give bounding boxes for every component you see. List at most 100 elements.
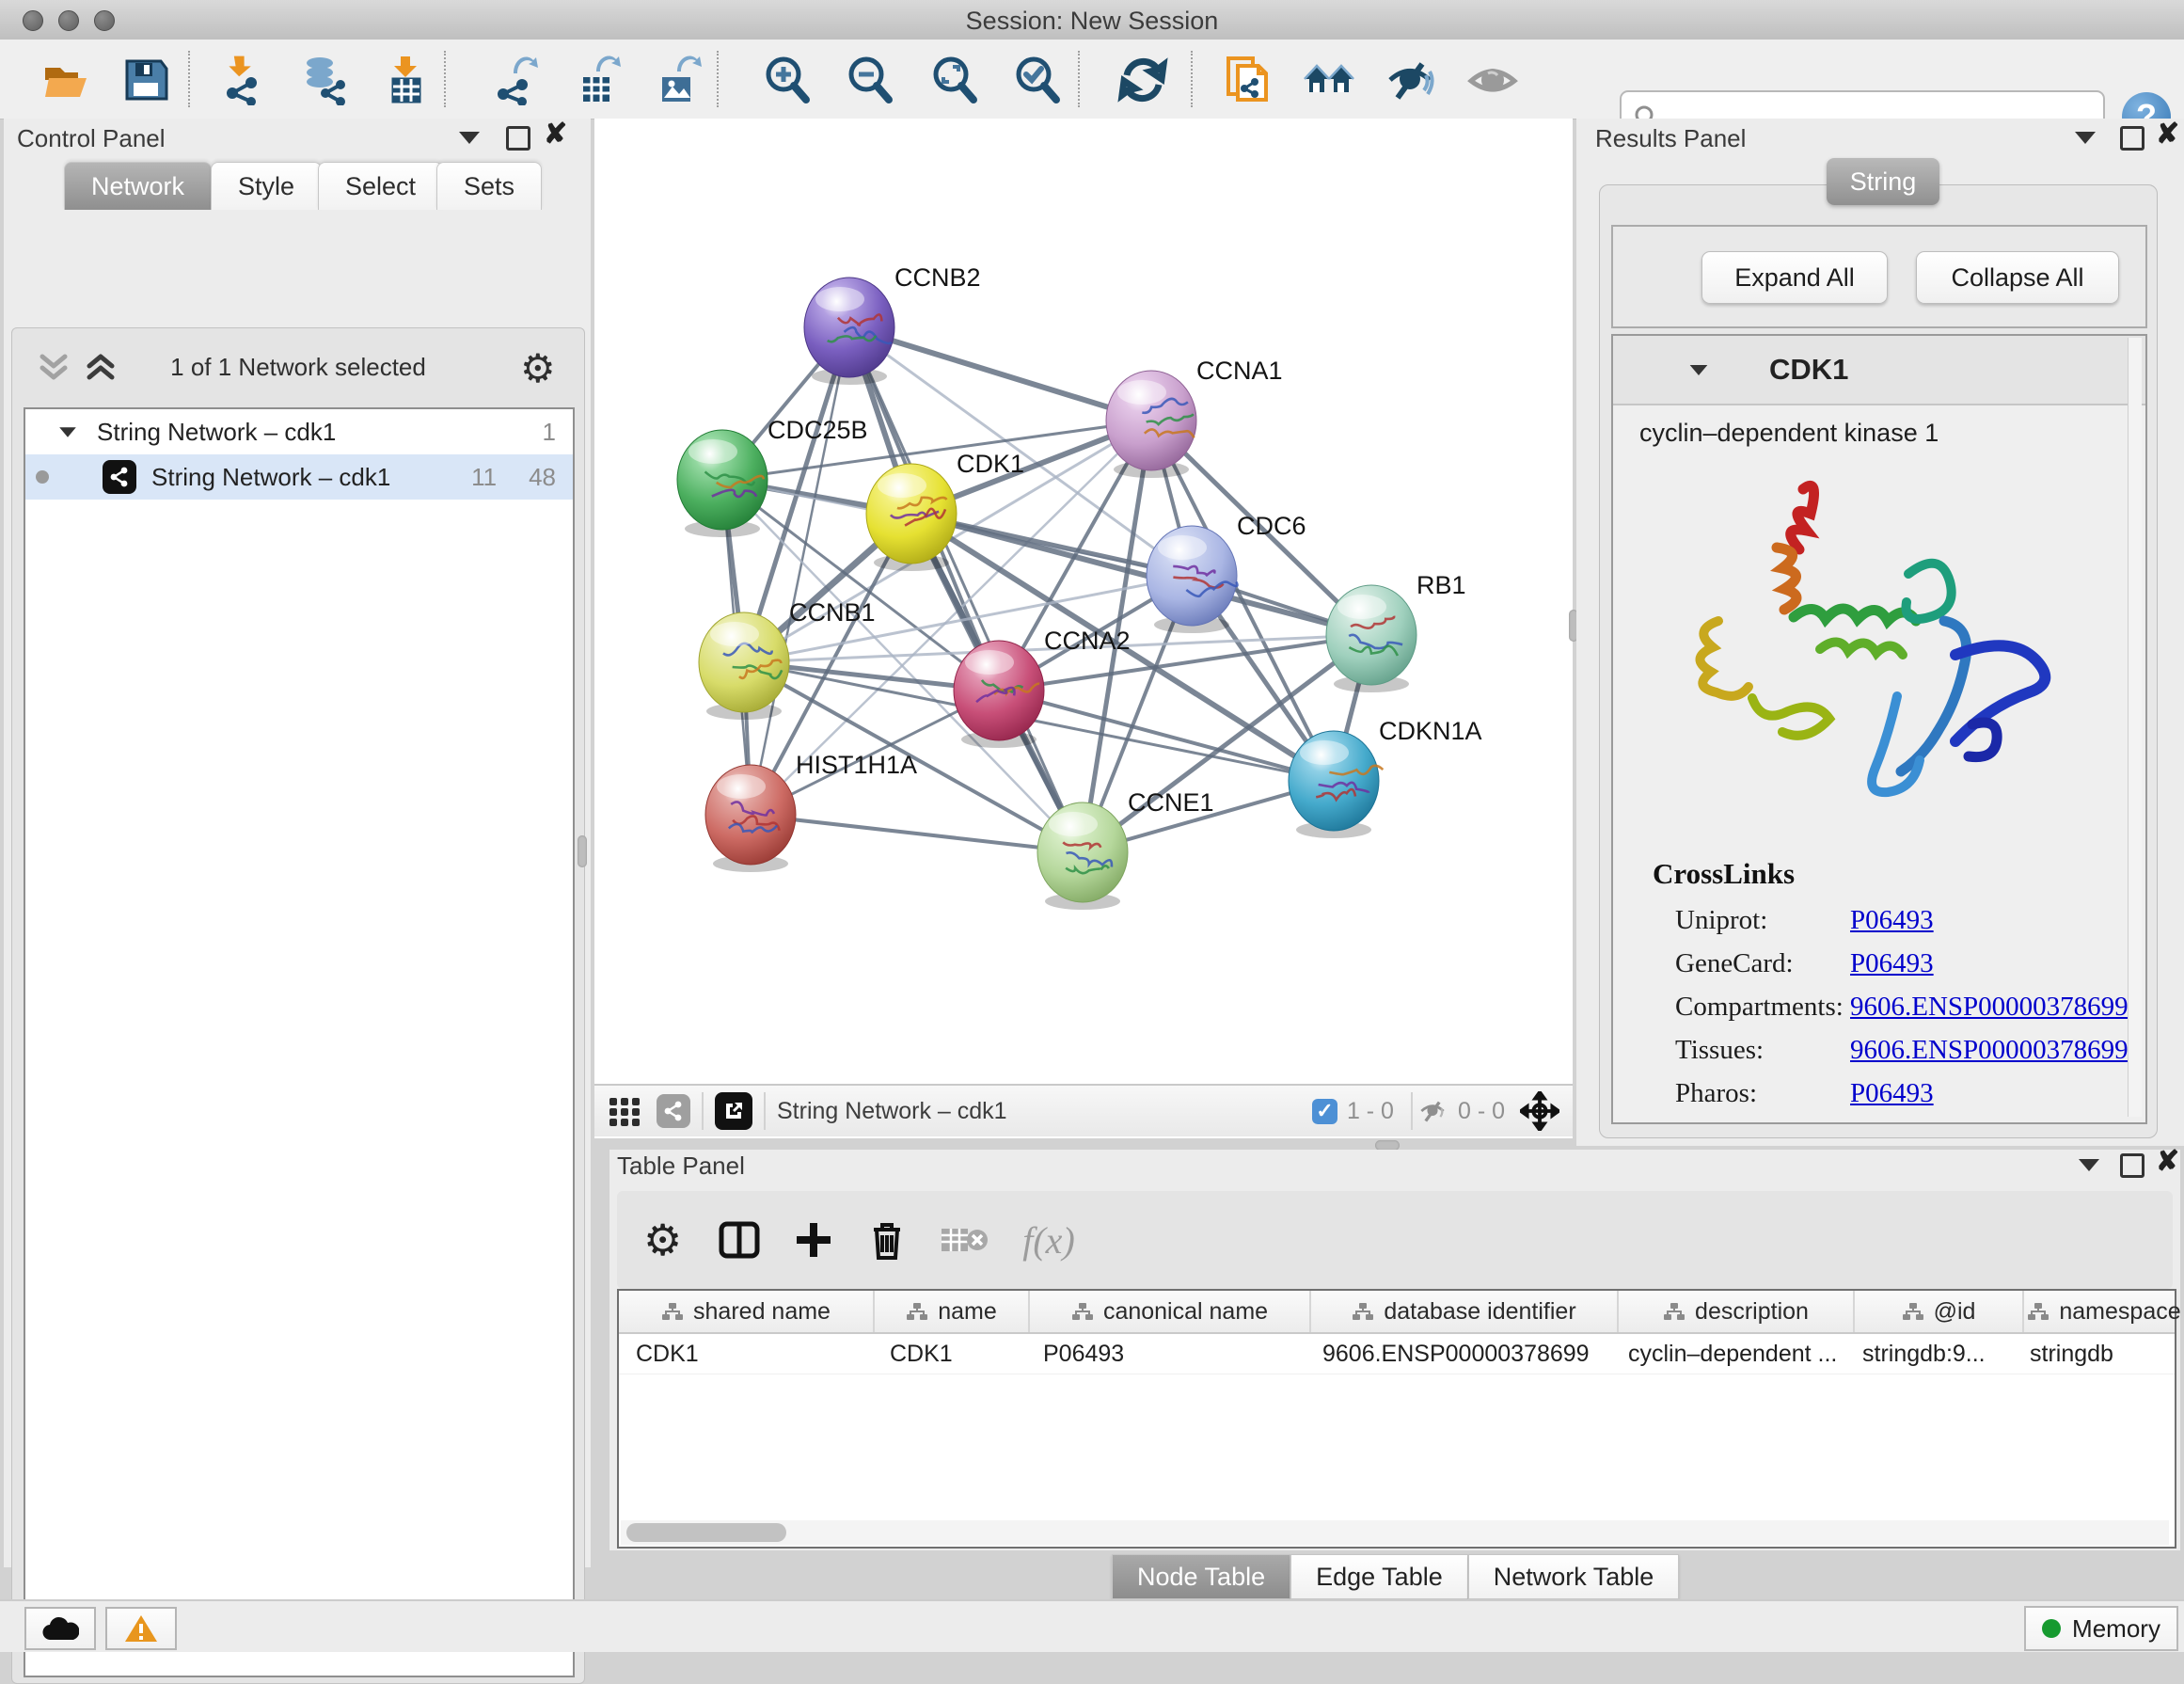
column-header-shared-name[interactable]: shared name [619,1291,875,1332]
delete-table-icon[interactable] [940,1223,989,1257]
zoom-out-button[interactable] [843,53,897,107]
crosslink-link[interactable]: P06493 [1850,905,1934,936]
panel-close-icon[interactable]: ✘ [2156,1152,2179,1172]
save-session-button[interactable] [119,53,173,107]
node-CDKN1A [1289,731,1383,838]
network-canvas[interactable]: CCNB2CCNA1CDC25BCDK1CDC6RB1CCNB1CCNA2CDK… [594,119,1573,1084]
column-header-database-identifier[interactable]: database identifier [1311,1291,1619,1332]
cloud-icon [41,1615,79,1642]
tab-select[interactable]: Select [318,162,443,210]
column-header-description[interactable]: description [1619,1291,1855,1332]
tab-network[interactable]: Network [64,162,212,210]
refresh-view-button[interactable] [1116,53,1170,107]
node-CDC6 [1147,526,1237,633]
import-table-button[interactable] [378,53,433,107]
expand-all-button[interactable]: Expand All [1701,251,1888,304]
zoom-selected-button[interactable] [1010,53,1065,107]
warnings-button[interactable] [105,1607,177,1650]
memory-button[interactable]: Memory [2024,1606,2178,1651]
node-label-CCNA2: CCNA2 [1044,627,1131,655]
birdseye-grid-icon[interactable] [608,1094,641,1128]
zoom-fit-icon [929,55,980,105]
pan-crosshair-icon[interactable] [1520,1091,1559,1131]
network-label: String Network – cdk1 [151,463,390,492]
node-label-CCNA1: CCNA1 [1196,357,1283,385]
column-header-name[interactable]: name [875,1291,1030,1332]
panel-close-icon[interactable]: ✘ [544,124,567,145]
table-header-row: shared namenamecanonical namedatabase id… [619,1291,2175,1334]
open-session-button[interactable] [40,53,94,107]
tab-sets[interactable]: Sets [436,162,542,210]
gene-expander-icon[interactable] [1690,364,1708,374]
panel-float-icon[interactable] [2120,126,2144,151]
table-options-gear-icon[interactable]: ⚙ [643,1215,682,1265]
add-column-icon[interactable] [793,1219,834,1261]
network-collection-row[interactable]: String Network – cdk1 1 [25,409,573,454]
export-image-button[interactable] [651,53,705,107]
table-toolbar: ⚙ f(x) [617,1191,2173,1289]
collapse-all-button[interactable]: Collapse All [1916,251,2119,304]
panel-float-icon[interactable] [2120,1153,2144,1178]
home-button[interactable] [1302,53,1356,107]
tab-edge-table[interactable]: Edge Table [1290,1554,1468,1599]
open-in-browser-icon[interactable] [715,1092,752,1130]
column-header--id[interactable]: @id [1855,1291,2024,1332]
collection-expander-icon[interactable] [59,427,76,437]
clone-network-button[interactable] [1221,53,1275,107]
table-row[interactable]: CDK1CDK1P064939606.ENSP00000378699cyclin… [619,1334,2175,1374]
delete-column-icon[interactable] [866,1218,908,1262]
table-hscrollbar[interactable] [621,1520,2169,1545]
import-network-icon [216,55,267,105]
table-panel: Table Panel ✘ ⚙ f(x) shared namenamecano… [609,1150,2180,1550]
collection-count: 1 [543,418,556,447]
left-splitter-handle[interactable] [578,835,587,867]
panel-menu-icon[interactable] [2079,1159,2099,1171]
show-columns-icon[interactable] [718,1218,761,1262]
panel-menu-icon[interactable] [459,132,480,144]
tab-style[interactable]: Style [211,162,322,210]
crosslink-link[interactable]: 9606.ENSP00000378699 [1850,1035,2129,1066]
crosslinks-list: Uniprot:P06493GeneCard:P06493Compartment… [1675,898,2145,1115]
import-network-file-button[interactable] [214,53,269,107]
panel-float-icon[interactable] [506,126,530,151]
table-cell: P06493 [1026,1334,1306,1374]
edge-CCNB2-CCNA1 [849,327,1151,421]
crosslink-link[interactable]: P06493 [1850,1078,1934,1109]
table-cell: CDK1 [619,1334,873,1374]
warning-icon [124,1613,158,1644]
export-network-icon [491,55,542,105]
selected-checkbox[interactable]: ✓ [1312,1099,1337,1124]
network-row-selected[interactable]: String Network – cdk1 11 48 [25,454,573,500]
node-CCNA1 [1106,371,1196,478]
string-view-icon[interactable] [657,1094,690,1128]
string-results-tab[interactable]: String [1827,158,1939,205]
import-network-database-button[interactable] [295,53,350,107]
results-scrollbar[interactable] [2128,338,2142,1117]
gene-header[interactable]: CDK1 [1613,336,2145,405]
show-all-button[interactable] [1465,53,1520,107]
export-network-button[interactable] [489,53,544,107]
hidden-eye-slash-icon[interactable] [1416,1097,1448,1125]
column-header-canonical-name[interactable]: canonical name [1030,1291,1311,1332]
protein-structure-image [1662,461,2076,847]
zoom-in-button[interactable] [760,53,815,107]
zoom-fit-button[interactable] [927,53,982,107]
network-view[interactable]: CCNB2CCNA1CDC25BCDK1CDC6RB1CCNB1CCNA2CDK… [594,119,1573,1138]
hide-selected-button[interactable] [1383,53,1437,107]
status-bar: Memory [0,1599,2184,1652]
tab-node-table[interactable]: Node Table [1112,1554,1290,1599]
node-label-RB1: RB1 [1416,571,1466,599]
panel-menu-icon[interactable] [2075,132,2096,144]
panel-close-icon[interactable]: ✘ [2156,124,2179,145]
tab-network-table[interactable]: Network Table [1468,1554,1680,1599]
column-header-namespace[interactable]: namespace [2024,1291,2184,1332]
table-hscroll-thumb[interactable] [626,1523,786,1542]
cloud-status-button[interactable] [24,1607,96,1650]
crosslink-link[interactable]: P06493 [1850,948,1934,979]
network-options-gear-icon[interactable]: ⚙ [520,345,556,391]
import-table-icon [380,55,431,105]
crosslink-link[interactable]: 9606.ENSP00000378699 [1850,992,2129,1023]
table-cell: CDK1 [873,1334,1026,1374]
export-table-button[interactable] [570,53,625,107]
function-builder-icon[interactable]: f(x) [1022,1218,1075,1263]
